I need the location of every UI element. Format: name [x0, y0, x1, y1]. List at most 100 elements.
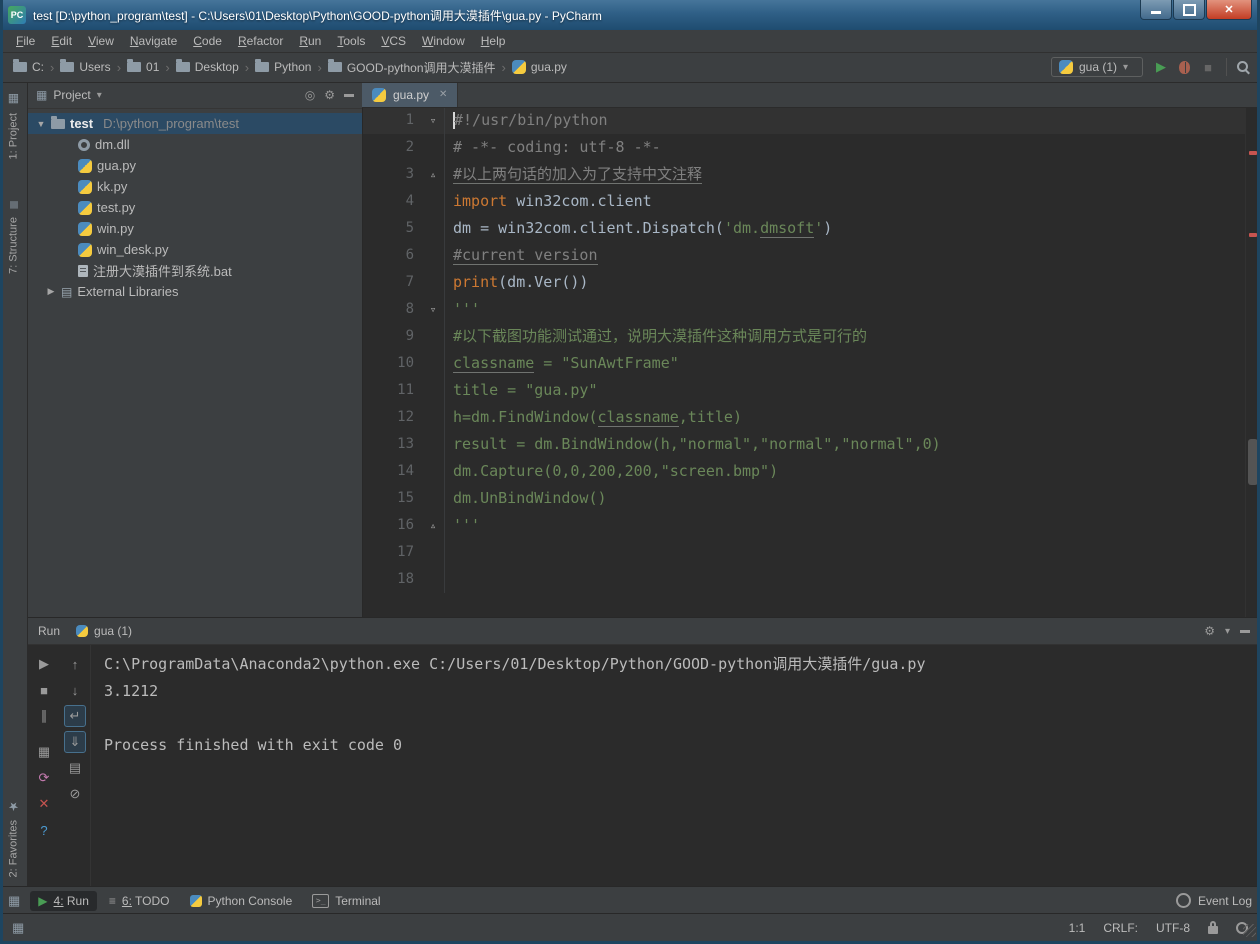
collapsed-arrow-icon[interactable]: ▶: [46, 286, 56, 297]
soft-wrap-toggle[interactable]: ↵: [64, 705, 86, 727]
code-line[interactable]: 18: [362, 566, 1246, 593]
print-button[interactable]: ▤: [64, 757, 86, 779]
prev-occurrence-button[interactable]: ↑: [64, 653, 86, 675]
maximize-button[interactable]: [1173, 0, 1205, 20]
help-button[interactable]: ?: [33, 819, 55, 841]
code-line[interactable]: 13result = dm.BindWindow(h,"normal","nor…: [362, 431, 1246, 458]
fold-marker-icon[interactable]: ▵: [422, 161, 445, 188]
menu-item-run[interactable]: Run: [291, 32, 329, 50]
file-encoding-widget[interactable]: UTF-8: [1156, 921, 1190, 935]
breadcrumb-item-python[interactable]: Python: [252, 58, 314, 76]
error-stripe-mark[interactable]: [1249, 151, 1257, 155]
stop-button[interactable]: ■: [1199, 58, 1217, 76]
breadcrumb-item-c[interactable]: C:: [10, 58, 47, 76]
settings-button[interactable]: ⚙: [324, 88, 335, 102]
run-config-select[interactable]: gua (1) ▾: [1051, 57, 1143, 77]
tree-root-row[interactable]: ▼testD:\python_program\test: [28, 113, 362, 134]
tree-item-dm-dll[interactable]: dm.dll: [28, 134, 362, 155]
code-line[interactable]: 4import win32com.client: [362, 188, 1246, 215]
hide-panel-button[interactable]: [344, 94, 354, 97]
stop-button[interactable]: ■: [33, 679, 55, 701]
scrollbar-thumb[interactable]: [1248, 439, 1258, 485]
resize-grip[interactable]: [1243, 924, 1256, 937]
scroll-to-end-button[interactable]: ⇓: [64, 731, 86, 753]
code-line[interactable]: 10classname = "SunAwtFrame": [362, 350, 1246, 377]
code-line[interactable]: 5dm = win32com.client.Dispatch('dm.dmsof…: [362, 215, 1246, 242]
chevron-down-icon[interactable]: ▾: [97, 90, 102, 101]
menu-item-refactor[interactable]: Refactor: [230, 32, 291, 50]
code-line[interactable]: 17: [362, 539, 1246, 566]
editor-scrollbar[interactable]: [1245, 107, 1260, 617]
editor-tab-gua-py[interactable]: gua.py ✕: [362, 82, 458, 107]
editor[interactable]: 1▿#!/usr/bin/python2# -*- coding: utf-8 …: [362, 107, 1246, 617]
menu-item-navigate[interactable]: Navigate: [122, 32, 185, 50]
rerun-button[interactable]: ▶: [33, 653, 55, 675]
restore-layout-button[interactable]: ▦: [33, 741, 55, 763]
next-occurrence-button[interactable]: ↓: [64, 679, 86, 701]
rerun-failed-button[interactable]: ⟳: [33, 767, 55, 789]
fold-marker-icon[interactable]: ▿: [422, 296, 445, 323]
tree-item-win-py[interactable]: win.py: [28, 218, 362, 239]
code-line[interactable]: 12h=dm.FindWindow(classname,title): [362, 404, 1246, 431]
line-separator-widget[interactable]: CRLF:: [1103, 921, 1138, 935]
menu-item-edit[interactable]: Edit: [43, 32, 80, 50]
settings-icon[interactable]: ⚙: [1204, 624, 1215, 638]
search-icon[interactable]: [1236, 60, 1250, 74]
breadcrumb-item-desktop[interactable]: Desktop: [173, 58, 242, 76]
console-output[interactable]: C:\ProgramData\Anaconda2\python.exe C:/U…: [104, 651, 1252, 887]
tree-item-external-libraries[interactable]: ▶▤External Libraries: [28, 281, 362, 302]
toolwindow-tab-6-todo[interactable]: ≡6: TODO: [101, 891, 178, 911]
fold-marker-icon[interactable]: ▵: [422, 512, 445, 539]
title-bar[interactable]: PC test [D:\python_program\test] - C:\Us…: [0, 0, 1260, 30]
lock-icon[interactable]: [1208, 926, 1218, 934]
fold-marker-icon[interactable]: ▿: [422, 107, 445, 134]
code-line[interactable]: 16▵''': [362, 512, 1246, 539]
toolwindow-switcher-icon[interactable]: ▦: [8, 893, 20, 909]
menu-item-help[interactable]: Help: [473, 32, 514, 50]
event-log-button[interactable]: Event Log: [1176, 893, 1252, 908]
run-button[interactable]: ▶: [1152, 58, 1170, 76]
menu-item-vcs[interactable]: VCS: [373, 32, 414, 50]
close-button[interactable]: ✕: [1206, 0, 1252, 20]
menu-item-view[interactable]: View: [80, 32, 122, 50]
run-tab[interactable]: gua (1): [70, 622, 138, 640]
toolwindow-tab-terminal[interactable]: >_Terminal: [304, 891, 388, 911]
clear-console-button[interactable]: ⊘: [64, 783, 86, 805]
hide-panel-button[interactable]: [1240, 630, 1250, 633]
tree-item-test-py[interactable]: test.py: [28, 197, 362, 218]
close-button[interactable]: ✕: [33, 793, 55, 815]
menu-item-window[interactable]: Window: [414, 32, 473, 50]
menu-item-tools[interactable]: Tools: [329, 32, 373, 50]
stripe-item-7-structure[interactable]: 7: Structure≣: [0, 200, 27, 274]
locate-button[interactable]: ◎: [305, 88, 315, 102]
menu-item-code[interactable]: Code: [185, 32, 230, 50]
breadcrumb-item-gua-py[interactable]: gua.py: [509, 58, 570, 76]
code-line[interactable]: 7print(dm.Ver()): [362, 269, 1246, 296]
stripe-item-2-favorites[interactable]: 2: Favorites★: [0, 799, 27, 877]
caret-position-widget[interactable]: 1:1: [1069, 921, 1086, 935]
tree-item-bat[interactable]: 注册大漠插件到系统.bat: [28, 260, 362, 281]
menu-item-file[interactable]: File: [8, 32, 43, 50]
toolwindow-tab-python-console[interactable]: Python Console: [182, 891, 301, 911]
toolwindow-tab-4-run[interactable]: ▶4: Run: [30, 891, 97, 911]
statusbar-window-icon[interactable]: ▦: [12, 920, 24, 936]
close-tab-icon[interactable]: ✕: [439, 89, 447, 100]
expanded-arrow-icon[interactable]: ▼: [36, 119, 46, 129]
breadcrumb-item-01[interactable]: 01: [124, 58, 162, 76]
code-line[interactable]: 3▵#以上两句话的加入为了支持中文注释: [362, 161, 1246, 188]
tree-item-kk-py[interactable]: kk.py: [28, 176, 362, 197]
code-line[interactable]: 2# -*- coding: utf-8 -*-: [362, 134, 1246, 161]
code-line[interactable]: 1▿#!/usr/bin/python: [362, 107, 1246, 134]
code-line[interactable]: 6#current version: [362, 242, 1246, 269]
breadcrumb-item-good-python[interactable]: GOOD-python调用大漠插件: [325, 57, 499, 78]
code-line[interactable]: 9#以下截图功能测试通过，说明大漠插件这种调用方式是可行的: [362, 323, 1246, 350]
code-line[interactable]: 15dm.UnBindWindow(): [362, 485, 1246, 512]
debug-button[interactable]: [1179, 61, 1190, 74]
tree-item-gua-py[interactable]: gua.py: [28, 155, 362, 176]
stripe-item-1-project[interactable]: 1: Project▦: [0, 92, 27, 159]
code-line[interactable]: 8▿''': [362, 296, 1246, 323]
breadcrumb-item-users[interactable]: Users: [57, 58, 113, 76]
error-stripe-mark[interactable]: [1249, 233, 1257, 237]
minimize-button[interactable]: [1140, 0, 1172, 20]
code-line[interactable]: 11title = "gua.py": [362, 377, 1246, 404]
